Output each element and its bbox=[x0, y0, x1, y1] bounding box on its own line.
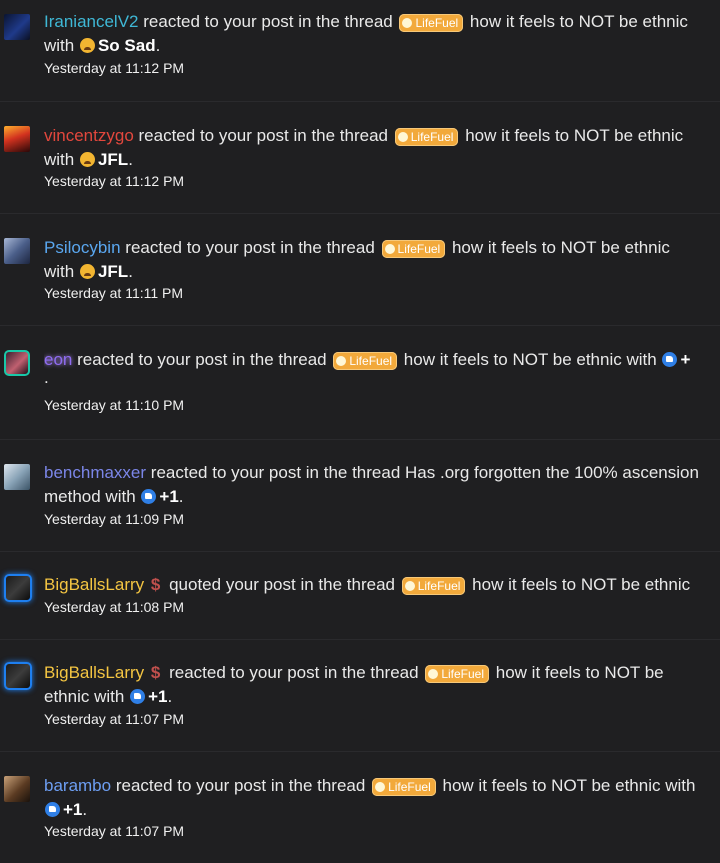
lightbulb-icon bbox=[336, 356, 347, 366]
action-text: reacted to your post in the thread bbox=[143, 12, 393, 31]
with-text: with bbox=[44, 36, 75, 55]
avatar[interactable] bbox=[4, 776, 30, 802]
avatar[interactable] bbox=[4, 126, 30, 152]
username-link[interactable]: benchmaxxer bbox=[44, 463, 146, 482]
with-text: with bbox=[44, 262, 75, 281]
thread-prefix-badge[interactable]: LifeFuel bbox=[333, 352, 398, 370]
notification-item[interactable]: vincentzygo reacted to your post in the … bbox=[0, 102, 720, 214]
avatar[interactable] bbox=[4, 350, 30, 376]
notification-item[interactable]: BigBallsLarry $ quoted your post in the … bbox=[0, 552, 720, 640]
avatar[interactable] bbox=[4, 238, 30, 264]
laughing-face-icon bbox=[79, 264, 95, 279]
timestamp: Yesterday at 11:07 PM bbox=[44, 711, 185, 727]
timestamp: Yesterday at 11:11 PM bbox=[44, 285, 184, 301]
notification-item[interactable]: barambo reacted to your post in the thre… bbox=[0, 752, 720, 863]
thread-link[interactable]: how it feels to NOT be ethnic bbox=[472, 575, 690, 594]
thread-link[interactable]: how it feels to NOT be ethnic with bbox=[404, 350, 657, 369]
action-text: reacted to your post in the thread bbox=[138, 126, 389, 145]
lightbulb-icon bbox=[397, 132, 408, 142]
thread-prefix-badge[interactable]: LifeFuel bbox=[399, 14, 464, 32]
action-text: reacted to your post in the thread bbox=[77, 350, 327, 369]
thread-link[interactable]: how it feels to NOT be ethnic bbox=[452, 238, 670, 257]
avatar[interactable] bbox=[4, 14, 30, 40]
username-link[interactable]: barambo bbox=[44, 776, 111, 795]
avatar[interactable] bbox=[4, 662, 32, 690]
avatar[interactable] bbox=[4, 464, 30, 490]
thread-link[interactable]: how it feels to NOT be ethnic with bbox=[443, 776, 696, 795]
action-text: quoted your post in the thread bbox=[169, 575, 395, 594]
thread-prefix-badge[interactable]: LifeFuel bbox=[372, 778, 436, 796]
with-text: method with bbox=[44, 487, 136, 506]
with-text: with bbox=[44, 150, 75, 169]
timestamp: Yesterday at 11:12 PM bbox=[44, 60, 185, 76]
timestamp: Yesterday at 11:10 PM bbox=[44, 397, 185, 413]
timestamp: Yesterday at 11:07 PM bbox=[44, 823, 185, 839]
thread-prefix-badge[interactable]: LifeFuel bbox=[381, 240, 446, 258]
thumbs-up-icon bbox=[45, 802, 60, 817]
reaction-label: +1 bbox=[159, 487, 179, 506]
lightbulb-icon bbox=[375, 782, 386, 792]
reaction-label: So Sad bbox=[97, 36, 156, 55]
sad-face-icon bbox=[79, 38, 95, 53]
notification-item[interactable]: BigBallsLarry $ reacted to your post in … bbox=[0, 640, 720, 752]
username-link[interactable]: vincentzygo bbox=[44, 126, 134, 145]
username-link[interactable]: BigBallsLarry bbox=[44, 663, 144, 682]
thread-prefix-badge[interactable]: LifeFuel bbox=[394, 128, 459, 146]
username-link[interactable]: Psilocybin bbox=[44, 238, 121, 257]
notification-item[interactable]: IraniancelV2 reacted to your post in the… bbox=[0, 0, 720, 102]
avatar[interactable] bbox=[4, 574, 32, 602]
lightbulb-icon bbox=[404, 581, 415, 591]
lightbulb-icon bbox=[428, 669, 439, 679]
thread-link[interactable]: Has .org forgotten the 100% ascension bbox=[405, 463, 699, 482]
lightbulb-icon bbox=[384, 244, 395, 254]
action-text: reacted to your post in the thread bbox=[115, 776, 366, 795]
notification-item[interactable]: eon reacted to your post in the thread L… bbox=[0, 326, 720, 440]
reaction-label: +1 bbox=[63, 800, 83, 819]
notification-list: IraniancelV2 reacted to your post in the… bbox=[0, 0, 720, 863]
action-text: reacted to your post in the thread bbox=[169, 663, 419, 682]
thumbs-up-icon bbox=[662, 352, 678, 367]
reaction-label: JFL bbox=[97, 150, 129, 169]
notification-item[interactable]: benchmaxxer reacted to your post in the … bbox=[0, 440, 720, 552]
username-link[interactable]: BigBallsLarry bbox=[44, 575, 144, 594]
thread-link[interactable]: how it feels to NOT be bbox=[496, 663, 664, 682]
reaction-label: JFL bbox=[97, 262, 129, 281]
dollar-badge-icon: $ bbox=[150, 663, 161, 682]
username-link[interactable]: IraniancelV2 bbox=[44, 12, 139, 31]
dollar-badge-icon: $ bbox=[150, 575, 161, 594]
reaction-label: +1 bbox=[148, 687, 168, 706]
action-text: reacted to your post in the thread bbox=[150, 463, 401, 482]
thread-prefix-badge[interactable]: LifeFuel bbox=[401, 577, 466, 595]
with-text: ethnic with bbox=[44, 687, 125, 706]
timestamp: Yesterday at 11:08 PM bbox=[44, 599, 185, 615]
timestamp: Yesterday at 11:09 PM bbox=[44, 511, 185, 527]
thread-link[interactable]: how it feels to NOT be ethnic bbox=[470, 12, 688, 31]
lightbulb-icon bbox=[402, 18, 413, 28]
thumbs-up-icon bbox=[130, 689, 146, 704]
username-link[interactable]: eon bbox=[44, 350, 72, 369]
thumbs-up-icon bbox=[141, 489, 157, 504]
thread-link[interactable]: how it feels to NOT be ethnic bbox=[465, 126, 683, 145]
laughing-face-icon bbox=[79, 152, 95, 167]
action-text: reacted to your post in the thread bbox=[125, 238, 375, 257]
timestamp: Yesterday at 11:12 PM bbox=[44, 173, 185, 189]
notification-item[interactable]: Psilocybin reacted to your post in the t… bbox=[0, 214, 720, 326]
thread-prefix-badge[interactable]: LifeFuel bbox=[425, 665, 490, 683]
reaction-label: + bbox=[680, 350, 691, 369]
